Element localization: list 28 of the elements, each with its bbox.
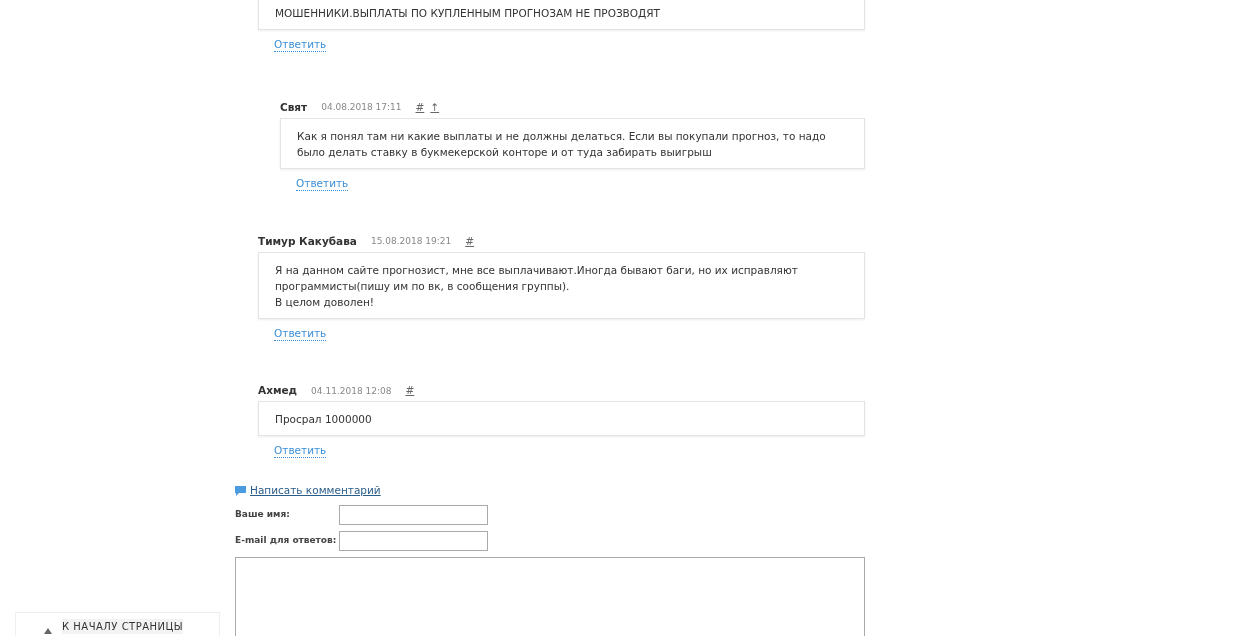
comment-text: Как я понял там ни какие выплаты и не должны делаться. Если вы покупали прогноз, то надо было делать ставку в букмекерской конторе и от туда забирать выигрыш (297, 128, 827, 160)
comment-date: 15.08.2018 19:21 (370, 234, 452, 248)
permalink[interactable]: # (465, 233, 475, 250)
parent-link[interactable]: ↑ (430, 99, 440, 116)
comment-text: В целом доволен! (275, 294, 376, 310)
back-to-top-link[interactable]: К НАЧАЛУ СТРАНИЦЫ (62, 619, 184, 634)
reply-link[interactable]: Ответить (296, 176, 349, 191)
write-comment-link[interactable]: Написать комментарий (250, 483, 381, 499)
comment-field[interactable] (235, 556, 865, 636)
permalink[interactable]: # (405, 383, 415, 400)
reply-link[interactable]: Ответить (274, 38, 327, 52)
permalink[interactable]: # (415, 99, 425, 116)
comment-date: 04.11.2018 12:08 (311, 384, 392, 398)
comment-date: 04.08.2018 17:11 (321, 101, 402, 114)
field-label: Ваше имя: (235, 508, 291, 521)
arrow-up-icon (44, 628, 52, 634)
field-label: E-mail для ответов: (235, 534, 338, 547)
comment-author: Тимур Какубава (258, 233, 357, 249)
reply-link[interactable]: Ответить (274, 326, 327, 341)
comment-author: Свят (280, 99, 308, 115)
speech-bubble-icon (235, 485, 246, 496)
comment-text: МОШЕННИКИ.ВЫПЛАТЫ ПО КУПЛЕННЫМ ПРОГНОЗАМ НЕ ПРОЗВОДЯТ (275, 6, 661, 21)
comment-text: Просрал 1000000 (275, 412, 373, 428)
comment-text: Я на данном сайте прогнозист, мне все выплачивают.Иногда бывают баги, но их исправляют программисты(пишу им по вк, в сообщения группы). (275, 262, 799, 294)
reply-link[interactable]: Ответить (274, 444, 327, 459)
comment-author: Ахмед (258, 383, 298, 399)
input-field[interactable] (339, 504, 488, 525)
input-field[interactable] (339, 530, 488, 551)
